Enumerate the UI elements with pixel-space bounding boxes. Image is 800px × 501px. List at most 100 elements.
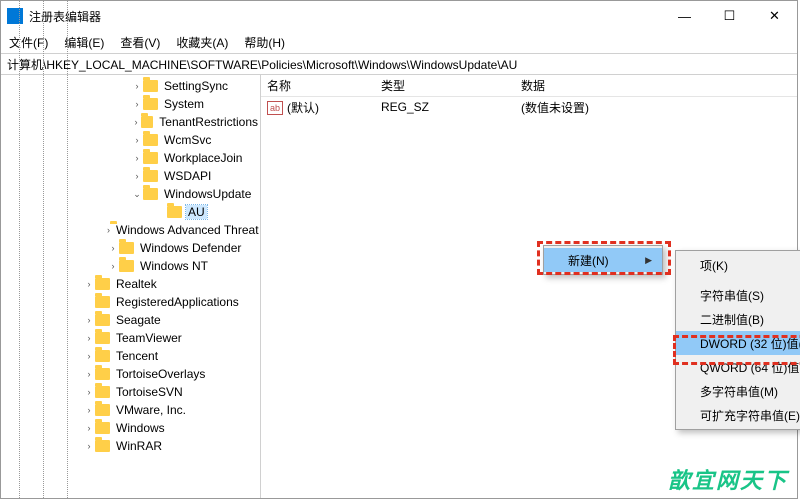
tree-twisty-icon[interactable]: › [83,315,95,325]
tree-node-workplacejoin[interactable]: › WorkplaceJoin [1,149,260,167]
submenu-item-string[interactable]: 字符串值(S) [676,283,800,307]
menu-favorites[interactable]: 收藏夹(A) [172,32,232,53]
tree-node-tortoisesvn[interactable]: ›TortoiseSVN [1,383,260,401]
tree-node-wsdapi[interactable]: ›WSDAPI [1,167,260,185]
tree-node-label: RegisteredApplications [114,295,241,309]
tree-node-label: WinRAR [114,439,164,453]
close-button[interactable]: ✕ [752,1,797,31]
tree-twisty-icon[interactable]: › [83,333,95,343]
tree-twisty-icon[interactable]: › [83,369,95,379]
tree-node-windows-nt[interactable]: › Windows NT [1,257,260,275]
tree-node-registeredapplications[interactable]: RegisteredApplications [1,293,260,311]
menu-file[interactable]: 文件(F) [5,32,52,53]
tree-node-tencent[interactable]: ›Tencent [1,347,260,365]
col-type[interactable]: 类型 [375,77,515,94]
tree-node-label: VMware, Inc. [114,403,188,417]
tree-twisty-icon[interactable]: › [131,99,143,109]
tree-node-tortoiseoverlays[interactable]: › TortoiseOverlays [1,365,260,383]
tree-twisty-icon[interactable]: ⌄ [131,189,143,200]
tree-twisty-icon[interactable]: › [131,153,143,163]
folder-icon [119,242,134,254]
submenu-arrow-icon: ▶ [645,255,652,266]
folder-icon [95,368,110,380]
menu-view[interactable]: 查看(V) [116,32,164,53]
tree-node-windows-advanced-threat-protection[interactable]: › Windows Advanced Threat Protection [1,221,260,239]
value-data: (数值未设置) [515,99,797,116]
tree-twisty-icon[interactable]: › [83,405,95,415]
tree-twisty-icon[interactable]: › [83,351,95,361]
tree-node-label: Realtek [114,277,159,291]
tree-twisty-icon[interactable]: › [107,243,119,253]
tree-node-label: TeamViewer [114,331,184,345]
tree-node-settingsync[interactable]: ›SettingSync [1,77,260,95]
values-pane[interactable]: 名称 类型 数据 ab(默认) REG_SZ (数值未设置) 新建(N) ▶ [261,75,797,498]
tree-node-vmware-inc-[interactable]: › VMware, Inc. [1,401,260,419]
folder-icon [95,404,110,416]
tree-node-system[interactable]: ›System [1,95,260,113]
tree-node-au[interactable]: AU [1,203,260,221]
tree-node-windows[interactable]: › Windows [1,419,260,437]
tree-twisty-icon[interactable]: › [131,171,143,181]
menubar: 文件(F) 编辑(E) 查看(V) 收藏夹(A) 帮助(H) [1,31,797,53]
submenu-item-multistring[interactable]: 多字符串值(M) [676,379,800,403]
window-controls: — ☐ ✕ [662,1,797,31]
tree-twisty-icon[interactable]: › [83,441,95,451]
folder-icon [143,80,158,92]
folder-icon [95,278,110,290]
tree-node-tenantrestrictions[interactable]: ›TenantRestrictions [1,113,260,131]
tree-twisty-icon[interactable]: › [131,135,143,145]
window-title: 注册表编辑器 [29,8,101,25]
list-header: 名称 类型 数据 [261,75,797,97]
titlebar: 注册表编辑器 — ☐ ✕ [1,1,797,31]
address-bar[interactable]: 计算机\HKEY_LOCAL_MACHINE\SOFTWARE\Policies… [1,53,797,75]
tree-pane[interactable]: ›SettingSync›System›TenantRestrictions›W… [1,75,261,498]
tree-node-windows-defender[interactable]: ›Windows Defender [1,239,260,257]
tree-node-windowsupdate[interactable]: ⌄WindowsUpdate [1,185,260,203]
tree-node-label: Windows NT [138,259,210,273]
folder-icon [95,350,110,362]
folder-icon [143,98,158,110]
value-row-default[interactable]: ab(默认) REG_SZ (数值未设置) [261,97,797,117]
tree-node-label: Windows Advanced Threat Protection [114,223,261,237]
tree-twisty-icon[interactable]: › [131,81,143,91]
col-name[interactable]: 名称 [261,77,375,94]
tree-node-wcmsvc[interactable]: › WcmSvc [1,131,260,149]
folder-icon [143,134,158,146]
tree-node-label: Windows [114,421,167,435]
regedit-icon [7,8,23,24]
tree-twisty-icon[interactable]: › [83,279,95,289]
tree-twisty-icon[interactable]: › [107,225,110,235]
tree-twisty-icon[interactable]: › [83,423,95,433]
folder-icon [95,440,110,452]
menu-help[interactable]: 帮助(H) [240,32,289,53]
folder-icon [95,422,110,434]
folder-icon [141,116,153,128]
tree-node-winrar[interactable]: › WinRAR [1,437,260,455]
tree-node-label: WcmSvc [162,133,213,147]
submenu-item-dword[interactable]: DWORD (32 位)值(D) [676,331,800,355]
tree-node-label: WorkplaceJoin [162,151,244,165]
tree-twisty-icon[interactable]: › [131,117,141,127]
folder-icon [95,296,110,308]
folder-icon [143,188,158,200]
minimize-button[interactable]: — [662,1,707,31]
work-area: ›SettingSync›System›TenantRestrictions›W… [1,75,797,498]
tree-node-teamviewer[interactable]: › TeamViewer [1,329,260,347]
tree-node-realtek[interactable]: › Realtek [1,275,260,293]
submenu-item-key[interactable]: 项(K) [676,253,800,277]
submenu-item-qword[interactable]: QWORD (64 位)值(Q) [676,355,800,379]
submenu-item-binary[interactable]: 二进制值(B) [676,307,800,331]
context-menu: 新建(N) ▶ [543,245,663,275]
folder-icon [143,170,158,182]
col-data[interactable]: 数据 [515,77,797,94]
tree-node-label: Seagate [114,313,163,327]
tree-twisty-icon[interactable]: › [83,387,95,397]
submenu-item-expandstring[interactable]: 可扩充字符串值(E) [676,403,800,427]
tree-twisty-icon[interactable]: › [107,261,119,271]
value-name: ab(默认) [261,99,375,116]
maximize-button[interactable]: ☐ [707,1,752,31]
context-item-new[interactable]: 新建(N) ▶ [544,248,662,272]
folder-icon [143,152,158,164]
tree-node-seagate[interactable]: › Seagate [1,311,260,329]
tree-node-label: TortoiseOverlays [114,367,207,381]
